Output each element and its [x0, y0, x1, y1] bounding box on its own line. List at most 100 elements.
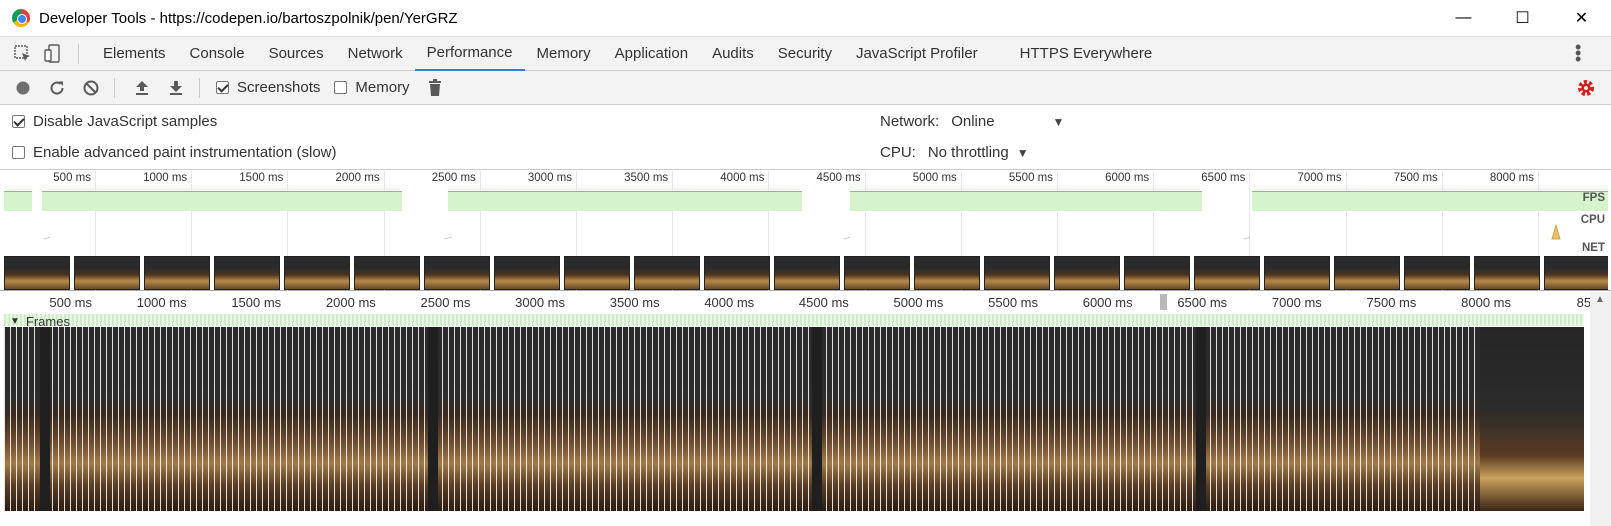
checkbox-icon[interactable]: [12, 146, 25, 159]
screenshot-thumbnail[interactable]: [914, 256, 980, 290]
fps-lane-label: FPS: [1582, 192, 1605, 204]
capture-settings-gear-icon[interactable]: [1575, 77, 1597, 99]
tab-memory[interactable]: Memory: [525, 36, 603, 71]
screenshot-thumbnail[interactable]: [144, 256, 210, 290]
ruler-tick-label: 3500 ms: [609, 295, 660, 310]
screenshot-thumbnail[interactable]: [1054, 256, 1120, 290]
frame-screenshot[interactable]: [1480, 327, 1584, 511]
ruler-tick-label: 500 ms: [49, 295, 92, 310]
triangle-down-icon[interactable]: ▼: [10, 316, 20, 327]
tab-elements[interactable]: Elements: [91, 36, 178, 71]
screenshot-thumbnail[interactable]: [424, 256, 490, 290]
ruler-tick-label: 4500 ms: [798, 295, 849, 310]
tab-security[interactable]: Security: [766, 36, 844, 71]
screenshot-thumbnail[interactable]: [1264, 256, 1330, 290]
timeline-overview[interactable]: 500 ms 1000 ms 1500 ms 2000 ms 2500 ms 3000 m…: [0, 171, 1611, 291]
memory-checkbox[interactable]: Memory: [334, 79, 410, 96]
vertical-scrollbar[interactable]: ▲: [1590, 292, 1611, 526]
cpu-select[interactable]: No throttling: [928, 144, 1009, 161]
screenshot-thumbnail[interactable]: [494, 256, 560, 290]
ruler-tick-label: 4000 ms: [704, 295, 755, 310]
screenshot-thumbnail[interactable]: [4, 256, 70, 290]
divider: [78, 43, 79, 64]
screenshot-thumbnail[interactable]: [564, 256, 630, 290]
fps-segment: [42, 191, 402, 211]
ruler-scroll-handle[interactable]: [1160, 294, 1167, 310]
frames-strip: [4, 314, 1584, 326]
window-titlebar: Developer Tools - https://codepen.io/bar…: [0, 0, 1611, 36]
checkbox-icon[interactable]: [216, 81, 229, 94]
inspect-element-icon[interactable]: [12, 43, 34, 65]
device-toolbar-icon[interactable]: [42, 43, 64, 65]
overview-time-ruler: 500 ms 1000 ms 1500 ms 2000 ms 2500 ms 3000 m…: [0, 171, 1611, 291]
main-time-ruler: 500 ms 1000 ms 1500 ms 2000 ms 2500 ms 3000 m…: [0, 292, 1611, 312]
checkbox-icon[interactable]: [12, 115, 25, 128]
screenshot-thumbnail[interactable]: [774, 256, 840, 290]
screenshot-thumbnail[interactable]: [1404, 256, 1470, 290]
screenshot-thumbnail[interactable]: [1544, 256, 1608, 290]
cpu-throttling-setting: CPU: No throttling ▼: [880, 144, 1029, 161]
ruler-tick-label: 7000 ms: [1271, 295, 1322, 310]
frame-gap: [812, 327, 822, 511]
upload-icon[interactable]: [131, 77, 153, 99]
scroll-up-icon[interactable]: ▲: [1595, 294, 1605, 305]
reload-record-icon[interactable]: [46, 77, 68, 99]
screenshot-thumbnail[interactable]: [214, 256, 280, 290]
screenshots-checkbox[interactable]: Screenshots: [216, 79, 320, 96]
download-icon[interactable]: [165, 77, 187, 99]
ruler-tick-label: 8000 ms: [1489, 172, 1534, 184]
tab-console[interactable]: Console: [178, 36, 257, 71]
ruler-tick-label: 500 ms: [53, 172, 91, 184]
fps-segment: [1252, 191, 1608, 211]
screenshot-thumbnail[interactable]: [1124, 256, 1190, 290]
clear-icon[interactable]: [80, 77, 102, 99]
screenshot-thumbnail[interactable]: [284, 256, 350, 290]
tab-https-everywhere[interactable]: HTTPS Everywhere: [1008, 36, 1165, 71]
checkbox-icon[interactable]: [334, 81, 348, 94]
trash-icon[interactable]: [424, 77, 446, 99]
screenshot-thumbnail[interactable]: [1194, 256, 1260, 290]
screenshot-thumbnail[interactable]: [354, 256, 420, 290]
screenshot-thumbnail[interactable]: [1474, 256, 1540, 290]
close-button[interactable]: ✕: [1552, 0, 1611, 36]
ruler-tick-label: 5500 ms: [988, 295, 1038, 310]
tab-sources[interactable]: Sources: [257, 36, 336, 71]
record-icon[interactable]: [12, 77, 34, 99]
chrome-logo-icon: [12, 9, 30, 27]
minimize-button[interactable]: —: [1434, 0, 1493, 36]
screenshot-thumbnail[interactable]: [634, 256, 700, 290]
window-controls: — ☐ ✕: [1434, 0, 1611, 36]
screenshot-thumbnail[interactable]: [1334, 256, 1400, 290]
network-throttling-setting: Network: Online ▼: [880, 113, 1064, 130]
screenshot-thumbnail[interactable]: [984, 256, 1050, 290]
more-options-icon[interactable]: • • •: [1575, 38, 1581, 68]
tab-application[interactable]: Application: [603, 36, 700, 71]
frame-gap: [40, 327, 50, 511]
tab-audits[interactable]: Audits: [700, 36, 766, 71]
ruler-tick-label: 1500 ms: [231, 295, 282, 310]
network-select[interactable]: Online: [951, 113, 994, 130]
screenshot-thumbnail[interactable]: [704, 256, 770, 290]
flamechart-panel[interactable]: 500 ms 1000 ms 1500 ms 2000 ms 2500 ms 3000 m…: [0, 292, 1611, 526]
frame-gap: [428, 327, 438, 511]
screenshots-label: Screenshots: [237, 79, 321, 96]
disable-js-samples-label: Disable JavaScript samples: [33, 113, 218, 130]
window-title: Developer Tools - https://codepen.io/bar…: [39, 9, 458, 27]
screenshot-thumbnail[interactable]: [74, 256, 140, 290]
tab-performance[interactable]: Performance: [414, 36, 525, 71]
divider: [114, 77, 115, 98]
ruler-tick-label: 5000 ms: [912, 172, 957, 184]
frames-track[interactable]: [4, 327, 1584, 511]
ruler-tick-label: 3000 ms: [527, 172, 572, 184]
advanced-paint-setting[interactable]: Enable advanced paint instrumentation (s…: [12, 144, 337, 161]
cpu-chart: [4, 213, 1608, 243]
screenshot-thumbnail[interactable]: [844, 256, 910, 290]
chevron-down-icon[interactable]: ▼: [1017, 146, 1029, 160]
maximize-button[interactable]: ☐: [1493, 0, 1552, 36]
tab-network[interactable]: Network: [336, 36, 415, 71]
chevron-down-icon[interactable]: ▼: [1053, 115, 1065, 129]
tab-javascript-profiler[interactable]: JavaScript Profiler: [844, 36, 990, 71]
ruler-tick-label: 2500 ms: [431, 172, 476, 184]
fps-segment: [4, 191, 32, 211]
disable-js-samples-setting[interactable]: Disable JavaScript samples: [12, 113, 217, 130]
